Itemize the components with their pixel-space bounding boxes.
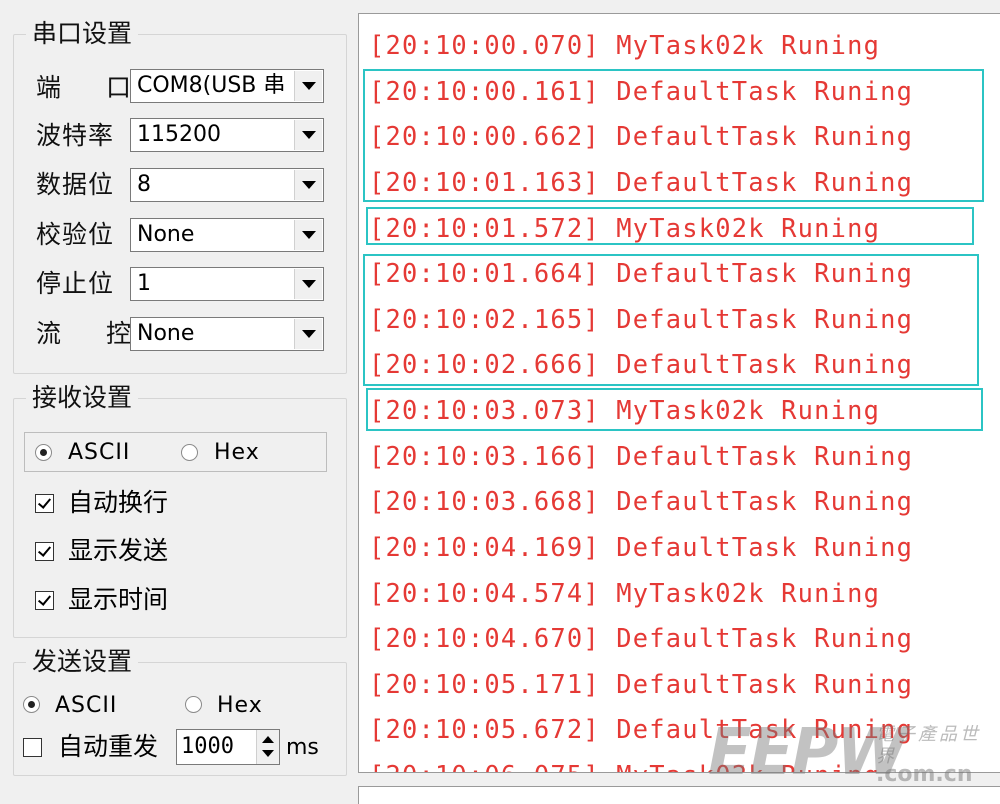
receive-ascii-label[interactable]: ASCII bbox=[68, 439, 130, 467]
chevron-down-icon[interactable] bbox=[294, 319, 322, 349]
receive-hex-radio[interactable] bbox=[181, 444, 198, 461]
resend-interval-value[interactable]: 1000 bbox=[181, 732, 234, 762]
arrow-up-icon[interactable] bbox=[262, 736, 274, 743]
send-ascii-radio[interactable] bbox=[23, 696, 40, 713]
data-bits-select[interactable]: 8 bbox=[130, 168, 324, 202]
log-line: [20:10:04.670] DefaultTask Runing bbox=[369, 623, 914, 653]
highlight-box bbox=[366, 388, 983, 431]
log-line: [20:10:05.171] DefaultTask Runing bbox=[369, 669, 914, 699]
auto-wrap-checkbox[interactable] bbox=[35, 494, 54, 513]
receive-ascii-radio[interactable] bbox=[35, 444, 52, 461]
flow-control-label-b: 控 bbox=[106, 319, 132, 348]
show-time-label[interactable]: 显示时间 bbox=[68, 585, 168, 615]
chevron-down-icon[interactable] bbox=[294, 170, 322, 200]
flow-control-label-a: 流 bbox=[36, 319, 62, 348]
interval-unit: ms bbox=[286, 735, 319, 760]
data-bits-label: 数据位 bbox=[36, 170, 115, 199]
stop-bits-select[interactable]: 1 bbox=[130, 267, 324, 301]
port-label: 端口 bbox=[36, 70, 131, 106]
log-line: [20:10:00.070] MyTask02k Runing bbox=[369, 30, 881, 60]
stop-bits-label: 停止位 bbox=[36, 269, 115, 298]
baud-rate-label: 波特率 bbox=[36, 121, 115, 150]
send-hex-radio[interactable] bbox=[185, 696, 202, 713]
log-line: [20:10:04.574] MyTask02k Runing bbox=[369, 578, 881, 608]
show-sent-label[interactable]: 显示发送 bbox=[68, 536, 168, 566]
arrow-down-icon[interactable] bbox=[262, 750, 274, 757]
port-label-a: 端 bbox=[36, 73, 62, 102]
data-bits-value: 8 bbox=[137, 172, 151, 197]
auto-wrap-label[interactable]: 自动换行 bbox=[68, 488, 168, 518]
parity-select[interactable]: None bbox=[130, 218, 324, 252]
log-line: [20:10:03.166] DefaultTask Runing bbox=[369, 441, 914, 471]
parity-value: None bbox=[137, 222, 195, 247]
log-line: [20:10:05.672] DefaultTask Runing bbox=[369, 714, 914, 744]
show-sent-checkbox[interactable] bbox=[35, 542, 54, 561]
highlight-box bbox=[366, 207, 974, 245]
stepper-buttons[interactable] bbox=[256, 730, 279, 764]
chevron-down-icon[interactable] bbox=[294, 71, 322, 101]
send-input[interactable] bbox=[358, 786, 1000, 804]
auto-resend-checkbox[interactable] bbox=[23, 738, 42, 757]
receive-hex-label[interactable]: Hex bbox=[214, 439, 260, 467]
chevron-down-icon[interactable] bbox=[294, 220, 322, 250]
parity-label: 校验位 bbox=[36, 220, 115, 249]
baud-rate-value: 115200 bbox=[137, 122, 221, 147]
stop-bits-value: 1 bbox=[137, 271, 151, 296]
baud-rate-select[interactable]: 115200 bbox=[130, 118, 324, 152]
resend-interval-stepper[interactable]: 1000 bbox=[176, 729, 280, 765]
auto-resend-label[interactable]: 自动重发 bbox=[58, 732, 158, 762]
show-time-checkbox[interactable] bbox=[35, 591, 54, 610]
send-hex-label[interactable]: Hex bbox=[217, 692, 263, 720]
log-line: [20:10:06.075] MyTask02k Runing bbox=[369, 753, 880, 772]
flow-control-select[interactable]: None bbox=[130, 317, 324, 351]
highlight-box bbox=[363, 69, 984, 202]
send-settings-title: 发送设置 bbox=[26, 647, 139, 677]
highlight-box bbox=[363, 254, 979, 386]
log-line: [20:10:03.668] DefaultTask Runing bbox=[369, 486, 914, 516]
port-label-b: 口 bbox=[106, 73, 132, 102]
receive-settings-title: 接收设置 bbox=[26, 383, 139, 413]
chevron-down-icon[interactable] bbox=[294, 120, 322, 150]
port-value: COM8(USB 串 bbox=[137, 73, 286, 98]
log-line: [20:10:04.169] DefaultTask Runing bbox=[369, 532, 914, 562]
flow-control-value: None bbox=[137, 321, 195, 346]
flow-control-label: 流控 bbox=[36, 316, 131, 352]
port-select[interactable]: COM8(USB 串 bbox=[130, 69, 324, 103]
chevron-down-icon[interactable] bbox=[294, 269, 322, 299]
serial-settings-title: 串口设置 bbox=[26, 19, 139, 49]
send-ascii-label[interactable]: ASCII bbox=[55, 692, 117, 720]
